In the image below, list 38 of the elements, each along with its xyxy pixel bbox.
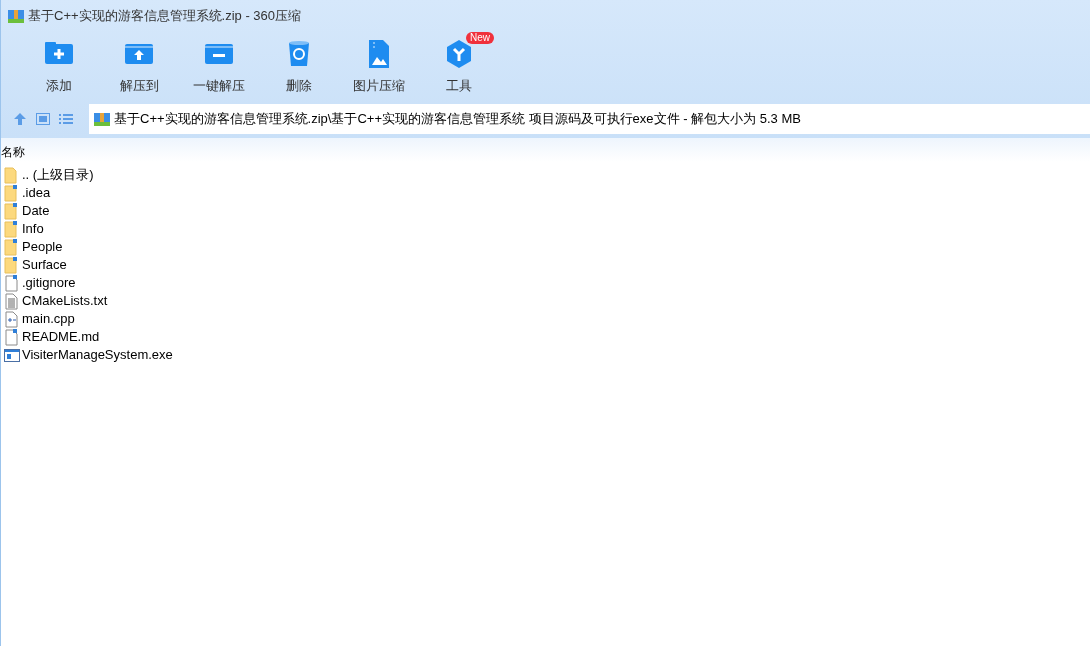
column-header[interactable]: 名称 (1, 143, 25, 162)
file-row[interactable]: VisiterManageSystem.exe (1, 346, 301, 364)
toolbar-button[interactable]: 添加 (19, 32, 99, 96)
thumbnail-view-icon[interactable] (36, 113, 50, 125)
file-row[interactable]: README.md (1, 328, 301, 346)
file-row[interactable]: Date (1, 202, 301, 220)
address-path: 基于C++实现的游客信息管理系统.zip\基于C++实现的游客信息管理系统 项目源码及可执行exe文件 - 解包大小为 5.3 MB (114, 110, 801, 129)
toolbar-button[interactable]: 图片压缩 (339, 32, 419, 96)
document-icon (4, 328, 20, 346)
archive-icon (8, 8, 24, 24)
application-icon (4, 346, 20, 364)
file-row[interactable]: People (1, 238, 301, 256)
archive-icon (94, 111, 110, 127)
window-title: 基于C++实现的游客信息管理系统.zip - 360压缩 (28, 7, 302, 26)
folder-icon (4, 256, 20, 274)
new-badge: New (466, 32, 494, 44)
file-row[interactable]: .gitignore (1, 274, 301, 292)
address-field[interactable]: 基于C++实现的游客信息管理系统.zip\基于C++实现的游客信息管理系统 项目源码及可执行exe文件 - 解包大小为 5.3 MB (89, 104, 1090, 134)
folder-icon (4, 184, 20, 202)
file-row[interactable]: Surface (1, 256, 301, 274)
toolbar-button[interactable]: New 工具 (419, 32, 499, 96)
toolbar-button[interactable]: 一键解压 (179, 32, 259, 96)
folder-icon (4, 202, 20, 220)
up-arrow-icon[interactable] (13, 112, 27, 126)
toolbar-button[interactable]: 删除 (259, 32, 339, 96)
file-row[interactable]: .idea (1, 184, 301, 202)
folder-icon (4, 166, 20, 184)
file-row[interactable]: main.cpp (1, 310, 301, 328)
document-icon (4, 274, 20, 292)
list-view-icon[interactable] (59, 113, 73, 125)
file-row[interactable]: .. (上级目录) (1, 166, 301, 184)
code-file-icon (4, 310, 20, 328)
text-file-icon (4, 292, 20, 310)
toolbar-button[interactable]: 解压到 (99, 32, 179, 96)
folder-icon (4, 238, 20, 256)
file-row[interactable]: Info (1, 220, 301, 238)
folder-icon (4, 220, 20, 238)
file-row[interactable]: CMakeLists.txt (1, 292, 301, 310)
